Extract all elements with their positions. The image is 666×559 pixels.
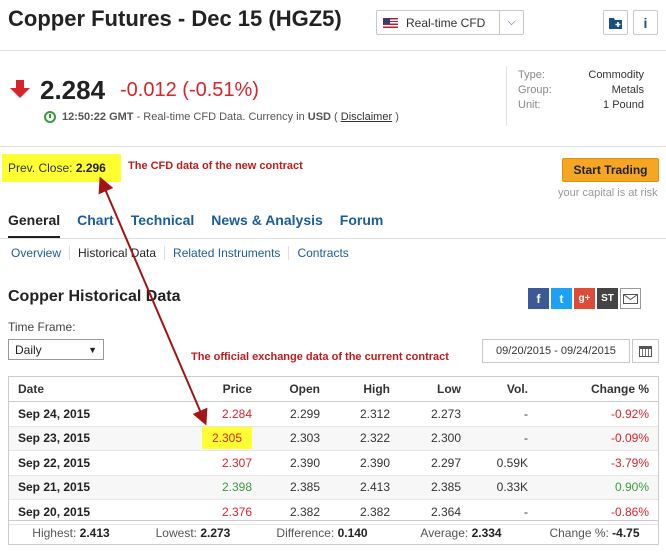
price-change: -0.012 (-0.51%) (120, 79, 259, 102)
quote-note: - Real-time CFD Data. Currency in (133, 111, 308, 123)
change-value: -0.012 (120, 79, 177, 101)
quote-divider (0, 146, 666, 147)
quote-time: 12:50:22 GMT (62, 111, 134, 123)
info-row-unit: Unit: 1 Pound (518, 99, 644, 111)
page-title: Copper Futures - Dec 15 (HGZ5) (8, 6, 342, 31)
col-open[interactable]: Open (262, 376, 330, 402)
folder-plus-icon (608, 17, 622, 29)
cfd-dropdown-label: Real-time CFD (406, 15, 486, 30)
clock-icon (44, 111, 56, 123)
tab-news-analysis[interactable]: News & Analysis (211, 212, 323, 228)
table-row: Sep 21, 2015 2.398 2.385 2.413 2.385 0.3… (8, 475, 659, 500)
summary-lowest: Lowest: 2.273 (155, 525, 231, 540)
prev-close-label: Prev. Close: (8, 161, 76, 175)
table-row: Sep 23, 2015 2.305 2.303 2.322 2.300 - -… (8, 426, 659, 451)
table-header-row: Date Price Open High Low Vol. Change % (8, 376, 659, 402)
risk-warning: your capital is at risk (558, 187, 658, 199)
summary-change: Change %: -4.75 (549, 525, 640, 540)
last-price: 2.284 (40, 75, 106, 105)
summary-difference: Difference: 0.140 (276, 525, 368, 540)
calendar-icon (639, 345, 652, 357)
tab-forum[interactable]: Forum (340, 212, 384, 228)
info-icon: i (643, 14, 648, 31)
summary-row: Highest: 2.413 Lowest: 2.273 Difference:… (8, 521, 659, 545)
email-icon[interactable] (620, 288, 641, 309)
social-share: f t g+ ST (528, 288, 641, 309)
tabs-underline (0, 238, 666, 239)
col-date[interactable]: Date (8, 376, 138, 402)
quote-timestamp: 12:50:22 GMT - Real-time CFD Data. Curre… (44, 111, 399, 123)
timeframe-label: Time Frame: (8, 320, 76, 334)
tab-chart[interactable]: Chart (77, 212, 114, 228)
subtab-overview[interactable]: Overview (11, 246, 69, 260)
start-trading-button[interactable]: Start Trading (562, 158, 659, 182)
summary-average: Average: 2.334 (420, 525, 502, 540)
paren-close: ) (395, 111, 399, 123)
col-high[interactable]: High (330, 376, 400, 402)
sub-tabs: Overview Historical Data Related Instrum… (11, 246, 357, 260)
subtab-contracts[interactable]: Contracts (288, 246, 356, 260)
historical-data-table: Date Price Open High Low Vol. Change % S… (8, 376, 659, 525)
realtime-cfd-dropdown[interactable]: Real-time CFD ⌵ (376, 10, 524, 35)
instrument-info: Type: Commodity Group: Metals Unit: 1 Pound (506, 66, 666, 126)
change-percent: (-0.51%) (182, 79, 259, 101)
info-row-group: Group: Metals (518, 84, 644, 96)
google-plus-icon[interactable]: g+ (574, 288, 595, 309)
timeframe-value: Daily (15, 343, 42, 357)
summary-highest: Highest: 2.413 (32, 525, 110, 540)
add-to-portfolio-button[interactable] (603, 10, 628, 35)
subtab-historical-data[interactable]: Historical Data (69, 246, 164, 260)
timeframe-select[interactable]: Daily ▼ (8, 339, 104, 360)
prev-close: Prev. Close: 2.296 (2, 154, 121, 182)
exchange-annotation: The official exchange data of the curren… (191, 351, 449, 363)
info-button[interactable]: i (633, 10, 658, 35)
tab-technical[interactable]: Technical (131, 212, 195, 228)
subtab-related-instruments[interactable]: Related Instruments (164, 246, 288, 260)
col-price[interactable]: Price (138, 376, 262, 402)
twitter-icon[interactable]: t (551, 288, 572, 309)
facebook-icon[interactable]: f (528, 288, 549, 309)
info-row-type: Type: Commodity (518, 69, 644, 81)
calendar-button[interactable] (632, 339, 659, 363)
main-tabs: General Chart Technical News & Analysis … (8, 212, 400, 239)
table-row: Sep 24, 2015 2.284 2.299 2.312 2.273 - -… (8, 401, 659, 427)
currency: USD (307, 111, 331, 123)
prev-close-value: 2.296 (75, 161, 106, 175)
header-divider (0, 50, 666, 51)
down-arrow-icon (10, 80, 30, 98)
col-low[interactable]: Low (400, 376, 471, 402)
paren-open: ( (334, 111, 338, 123)
col-change[interactable]: Change % (538, 376, 659, 402)
caret-down-icon: ▼ (88, 345, 97, 355)
stocktwits-icon[interactable]: ST (597, 288, 618, 309)
tab-general[interactable]: General (8, 212, 61, 239)
cfd-annotation: The CFD data of the new contract (128, 160, 303, 172)
us-flag-icon (383, 17, 398, 28)
col-vol[interactable]: Vol. (471, 376, 538, 402)
disclaimer-link[interactable]: Disclaimer (341, 111, 392, 123)
highlighted-price: 2.305 (201, 427, 252, 450)
chevron-down-icon[interactable]: ⌵ (499, 11, 523, 34)
table-row: Sep 22, 2015 2.307 2.390 2.390 2.297 0.5… (8, 450, 659, 476)
date-range-input[interactable]: 09/20/2015 - 09/24/2015 (482, 339, 630, 363)
section-title: Copper Historical Data (8, 288, 181, 305)
